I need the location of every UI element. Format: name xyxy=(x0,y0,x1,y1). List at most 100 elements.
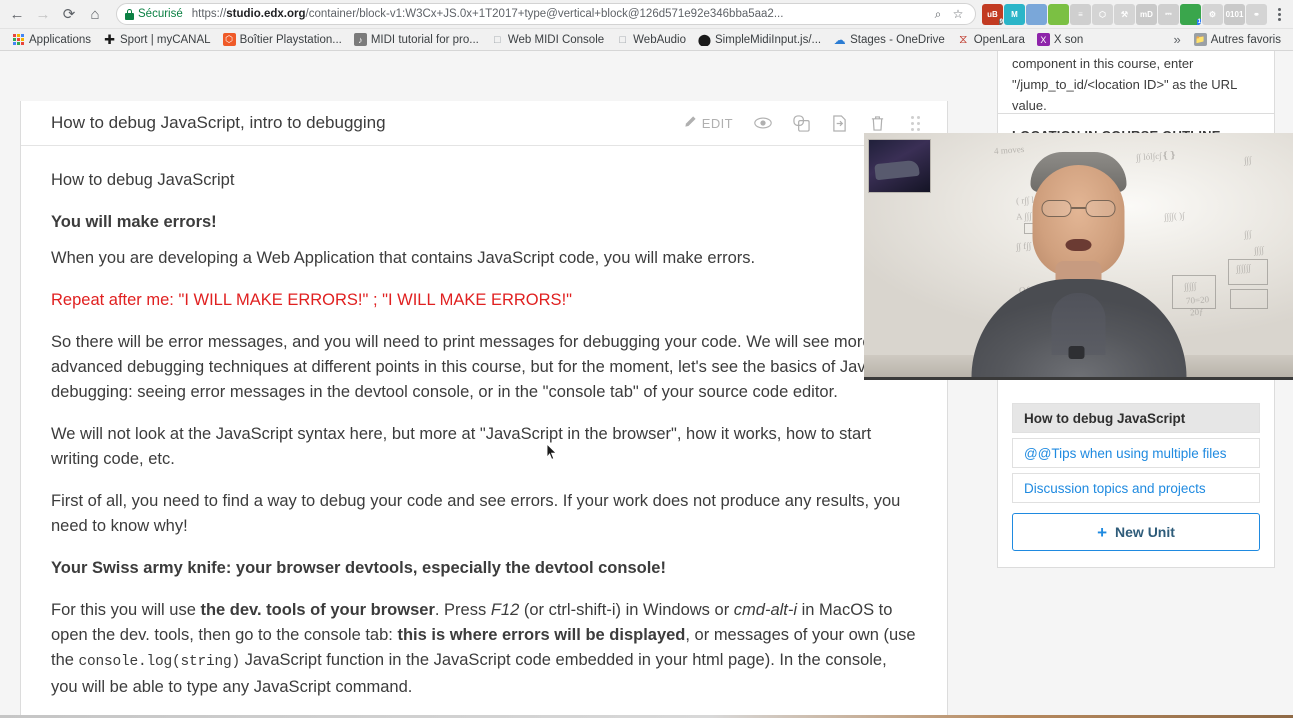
other-bookmarks-label: Autres favoris xyxy=(1210,33,1281,46)
settings-gear-extension[interactable]: ⚙ xyxy=(1202,3,1223,25)
bookmarks-overflow-button[interactable]: » xyxy=(1166,32,1187,47)
markdown-extension[interactable]: mD xyxy=(1136,3,1157,25)
p6-c: . Press xyxy=(434,601,491,619)
bookmark-label: Applications xyxy=(29,33,92,46)
wall-poster xyxy=(868,139,931,193)
cast-extension[interactable]: ⎓ xyxy=(1158,3,1179,25)
content-paragraph-6: For this you will use the dev. tools of … xyxy=(51,598,917,700)
box-icon: ⬡ xyxy=(222,33,236,46)
new-unit-label: New Unit xyxy=(1115,524,1175,540)
bookmark-stages-onedrive[interactable]: ☁ Stages - OneDrive xyxy=(827,31,951,49)
instructor-figure xyxy=(971,152,1186,377)
bookmark-star-icon[interactable]: ☆ xyxy=(949,5,967,23)
p6-code-consolelog: console.log(string) xyxy=(78,654,241,670)
lapel-microphone xyxy=(1068,346,1085,359)
browser-chrome: ← → ⟳ ⌂ Sécurisé https://studio.edx.org/… xyxy=(0,0,1293,51)
p6-bold-errors: this is where errors will be displayed xyxy=(397,626,686,644)
bookmark-label: Web MIDI Console xyxy=(507,33,605,46)
mouth xyxy=(1065,239,1092,251)
bookmark-simplemidiinput-js[interactable]: ⬤ SimpleMidiInput.js/... xyxy=(692,31,827,49)
glasses-right-lens xyxy=(1085,200,1116,217)
page-title: How to debug JavaScript, intro to debugg… xyxy=(51,113,386,132)
plus-mark-icon: ✚ xyxy=(104,33,115,46)
cloud-icon: ☁ xyxy=(833,33,846,46)
monster-extension[interactable] xyxy=(1048,3,1069,25)
bookmark-label: Boîtier Playstation... xyxy=(239,33,342,46)
note-icon: ♪ xyxy=(353,33,367,46)
unit-content: How to debug JavaScript You will make er… xyxy=(21,146,947,718)
address-bar[interactable]: Sécurisé https://studio.edx.org/containe… xyxy=(116,3,976,25)
edit-button[interactable]: EDIT xyxy=(679,107,743,139)
ublock-origin-extension[interactable]: uB 9 xyxy=(982,3,1003,25)
extension-badge: 9 xyxy=(998,18,1003,25)
move-to-file-button[interactable] xyxy=(821,107,857,139)
extension-toolbar: uB 9 M ≡ ⬡ ⚒ mD ⎓ 1 ⚙ 0101 ⚭ xyxy=(982,3,1267,25)
page-icon: □ xyxy=(619,33,626,46)
duplicate-button[interactable] xyxy=(783,107,819,139)
sidebar-note-text: component in this course, enter "/jump_t… xyxy=(1012,56,1237,113)
bookmark-label: WebAudio xyxy=(633,33,687,46)
shield-extension[interactable]: ⬡ xyxy=(1092,3,1113,25)
content-paragraph-4: We will not look at the JavaScript synta… xyxy=(51,425,872,468)
browser-toolbar: ← → ⟳ ⌂ Sécurisé https://studio.edx.org/… xyxy=(0,0,1293,28)
bookmark-web-midi-console[interactable]: □ Web MIDI Console xyxy=(485,31,610,49)
bookmark-applications[interactable]: Applications xyxy=(6,31,97,49)
hourglass-icon: ⧖ xyxy=(959,33,968,46)
browser-menu-button[interactable] xyxy=(1269,2,1289,26)
x-square-icon: X xyxy=(1036,33,1050,46)
glasses-bridge xyxy=(1071,207,1086,209)
bookmark-openlara[interactable]: ⧖ OpenLara xyxy=(951,31,1031,49)
page-viewport: How to debug JavaScript, intro to debugg… xyxy=(0,51,1293,718)
url-text: https://studio.edx.org/container/block-v… xyxy=(192,8,927,20)
picture-in-picture-video[interactable]: 4 moves ∫∫ ∫∫ ∫∫ lól∫c∫❴❵ ∫∫∫ ( r∫∫ l∫ c… xyxy=(864,133,1293,380)
forward-button[interactable]: → xyxy=(30,1,56,27)
unit-list: How to debug JavaScript @@Tips when using… xyxy=(1012,403,1260,503)
p6-e: (or ctrl-shift-i) in Windows or xyxy=(519,601,734,619)
messenger-extension[interactable]: M xyxy=(1004,3,1025,25)
bookmarks-bar: Applications ✚ Sport | myCANAL ⬡ Boîtier Pla… xyxy=(0,28,1293,50)
binary-extension[interactable]: 0101 xyxy=(1224,3,1245,25)
new-unit-button[interactable]: + New Unit xyxy=(1012,513,1260,551)
edit-label: EDIT xyxy=(701,115,733,131)
url-scheme: https:// xyxy=(191,8,227,20)
cloud-extension[interactable] xyxy=(1026,3,1047,25)
back-button[interactable]: ← xyxy=(4,1,30,27)
content-paragraph-2: When you are developing a Web Applicatio… xyxy=(51,249,756,267)
bookmark-midi-tutorial-for-pro[interactable]: ♪ MIDI tutorial for pro... xyxy=(348,31,485,49)
github-icon: ⬤ xyxy=(698,33,712,46)
unit-chip-0[interactable]: How to debug JavaScript xyxy=(1012,403,1260,433)
other-bookmarks-folder[interactable]: 📁 Autres favoris xyxy=(1188,31,1287,49)
bookmark-webaudio[interactable]: □ WebAudio xyxy=(610,31,692,49)
search-icon[interactable]: ⌕ xyxy=(929,5,947,23)
unit-chip-label: @@Tips when using multiple files xyxy=(1024,445,1227,461)
spreadsheet-extension[interactable]: ≡ xyxy=(1070,3,1091,25)
content-subheading-2: Your Swiss army knife: your browser devt… xyxy=(51,559,666,577)
unit-chip-1[interactable]: @@Tips when using multiple files xyxy=(1012,438,1260,468)
green-circle-extension[interactable]: 1 xyxy=(1180,3,1201,25)
bookmark-x-son[interactable]: XX son xyxy=(1031,31,1089,49)
bookmark-label: Stages - OneDrive xyxy=(850,33,945,46)
torso xyxy=(971,279,1186,377)
bookmark-label: SimpleMidiInput.js/... xyxy=(715,33,822,46)
unit-chip-2[interactable]: Discussion topics and projects xyxy=(1012,473,1260,503)
plus-icon: + xyxy=(1097,522,1108,542)
p6-bold-devtools: the dev. tools of your browser xyxy=(200,601,435,619)
bookmark-label: X son xyxy=(1053,33,1084,46)
bookmarks-list: Applications ✚ Sport | myCANAL ⬡ Boîtier Pla… xyxy=(6,31,1089,49)
home-button[interactable]: ⌂ xyxy=(82,1,108,27)
unit-card: How to debug JavaScript, intro to debugg… xyxy=(20,101,948,718)
content-warning-text: Repeat after me: "I WILL MAKE ERRORS!" ;… xyxy=(51,291,573,309)
p6-key-cmdalti: cmd-alt-i xyxy=(733,601,798,619)
content-paragraph-5: First of all, you need to find a way to … xyxy=(51,492,901,535)
content-subheading: You will make errors! xyxy=(51,213,217,231)
reload-button[interactable]: ⟳ xyxy=(56,1,82,27)
unit-chip-label: Discussion topics and projects xyxy=(1024,480,1206,496)
whiteboard-background: 4 moves ∫∫ ∫∫ ∫∫ lól∫c∫❴❵ ∫∫∫ ( r∫∫ l∫ c… xyxy=(864,133,1293,377)
bookmark-sport-mycanal[interactable]: ✚ Sport | myCANAL xyxy=(97,31,217,49)
glasses-left-lens xyxy=(1041,200,1072,217)
link-extension[interactable]: ⚭ xyxy=(1246,3,1267,25)
bookmark-bo-tier-playstation[interactable]: ⬡ Boîtier Playstation... xyxy=(217,31,348,49)
wrench-extension[interactable]: ⚒ xyxy=(1114,3,1135,25)
preview-button[interactable] xyxy=(745,107,781,139)
p6-key-f12: F12 xyxy=(490,601,520,619)
